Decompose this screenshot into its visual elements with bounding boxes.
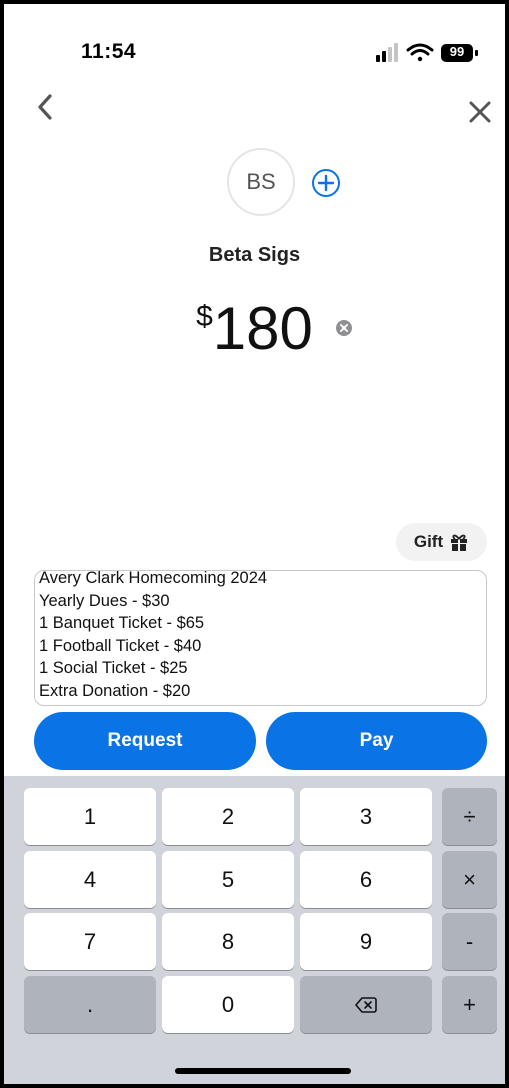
back-chevron-icon[interactable] bbox=[32, 90, 60, 124]
key-multiply[interactable]: × bbox=[442, 851, 497, 908]
screen: 11:54 99 BS Beta Sigs $180 Gift Avery Cl… bbox=[4, 4, 505, 1084]
status-bar: 11:54 99 bbox=[4, 4, 505, 84]
key-plus[interactable]: + bbox=[442, 976, 497, 1033]
key-2[interactable]: 2 bbox=[162, 788, 294, 845]
key-decimal[interactable]: . bbox=[24, 976, 156, 1033]
gift-icon bbox=[451, 534, 468, 551]
key-8[interactable]: 8 bbox=[162, 913, 294, 970]
key-0[interactable]: 0 bbox=[162, 976, 294, 1033]
amount-value: 180 bbox=[212, 295, 313, 362]
gift-label: Gift bbox=[413, 532, 444, 551]
key-divide[interactable]: ÷ bbox=[442, 788, 497, 845]
key-minus[interactable]: - bbox=[442, 913, 497, 970]
key-3[interactable]: 3 bbox=[300, 788, 432, 845]
note-line: 1 Banquet Ticket - $65 bbox=[39, 614, 205, 632]
key-9[interactable]: 9 bbox=[300, 913, 432, 970]
numeric-keypad: 1 2 3 ÷ 4 5 6 × 7 8 9 - . 0 + bbox=[4, 776, 505, 1084]
status-time: 11:54 bbox=[81, 40, 137, 63]
amount-display: $180 bbox=[4, 294, 505, 363]
cellular-signal-icon bbox=[376, 43, 398, 62]
note-field[interactable]: Avery Clark Homecoming 2024 Yearly Dues … bbox=[34, 570, 487, 706]
note-line: Avery Clark Homecoming 2024 bbox=[39, 570, 268, 587]
recipient-name: Beta Sigs bbox=[208, 244, 301, 266]
key-1[interactable]: 1 bbox=[24, 788, 156, 845]
backspace-key[interactable] bbox=[300, 976, 432, 1033]
note-line: 1 Football Ticket - $40 bbox=[39, 636, 202, 655]
avatar-initials: BS bbox=[246, 169, 276, 194]
key-6[interactable]: 6 bbox=[300, 851, 432, 908]
note-line: 1 Social Ticket - $25 bbox=[39, 659, 188, 677]
key-5[interactable]: 5 bbox=[162, 851, 294, 908]
clear-amount-icon[interactable] bbox=[335, 319, 353, 337]
home-indicator[interactable] bbox=[175, 1068, 351, 1074]
request-button[interactable]: Request bbox=[34, 712, 256, 770]
status-icons bbox=[376, 43, 478, 62]
delete-left-icon bbox=[355, 996, 377, 1013]
note-line: Extra Donation - $20 bbox=[39, 681, 191, 700]
note-line: Yearly Dues - $30 bbox=[39, 591, 170, 610]
wifi-icon bbox=[406, 43, 434, 62]
close-icon[interactable] bbox=[466, 98, 494, 126]
add-recipient-icon[interactable] bbox=[311, 168, 341, 198]
recipient-avatar[interactable]: BS bbox=[227, 148, 295, 216]
key-4[interactable]: 4 bbox=[24, 851, 156, 908]
key-7[interactable]: 7 bbox=[24, 913, 156, 970]
amount-currency: $ bbox=[196, 300, 213, 333]
pay-button[interactable]: Pay bbox=[266, 712, 487, 770]
gift-button[interactable]: Gift bbox=[396, 523, 487, 561]
battery-level: 99 bbox=[449, 44, 465, 59]
